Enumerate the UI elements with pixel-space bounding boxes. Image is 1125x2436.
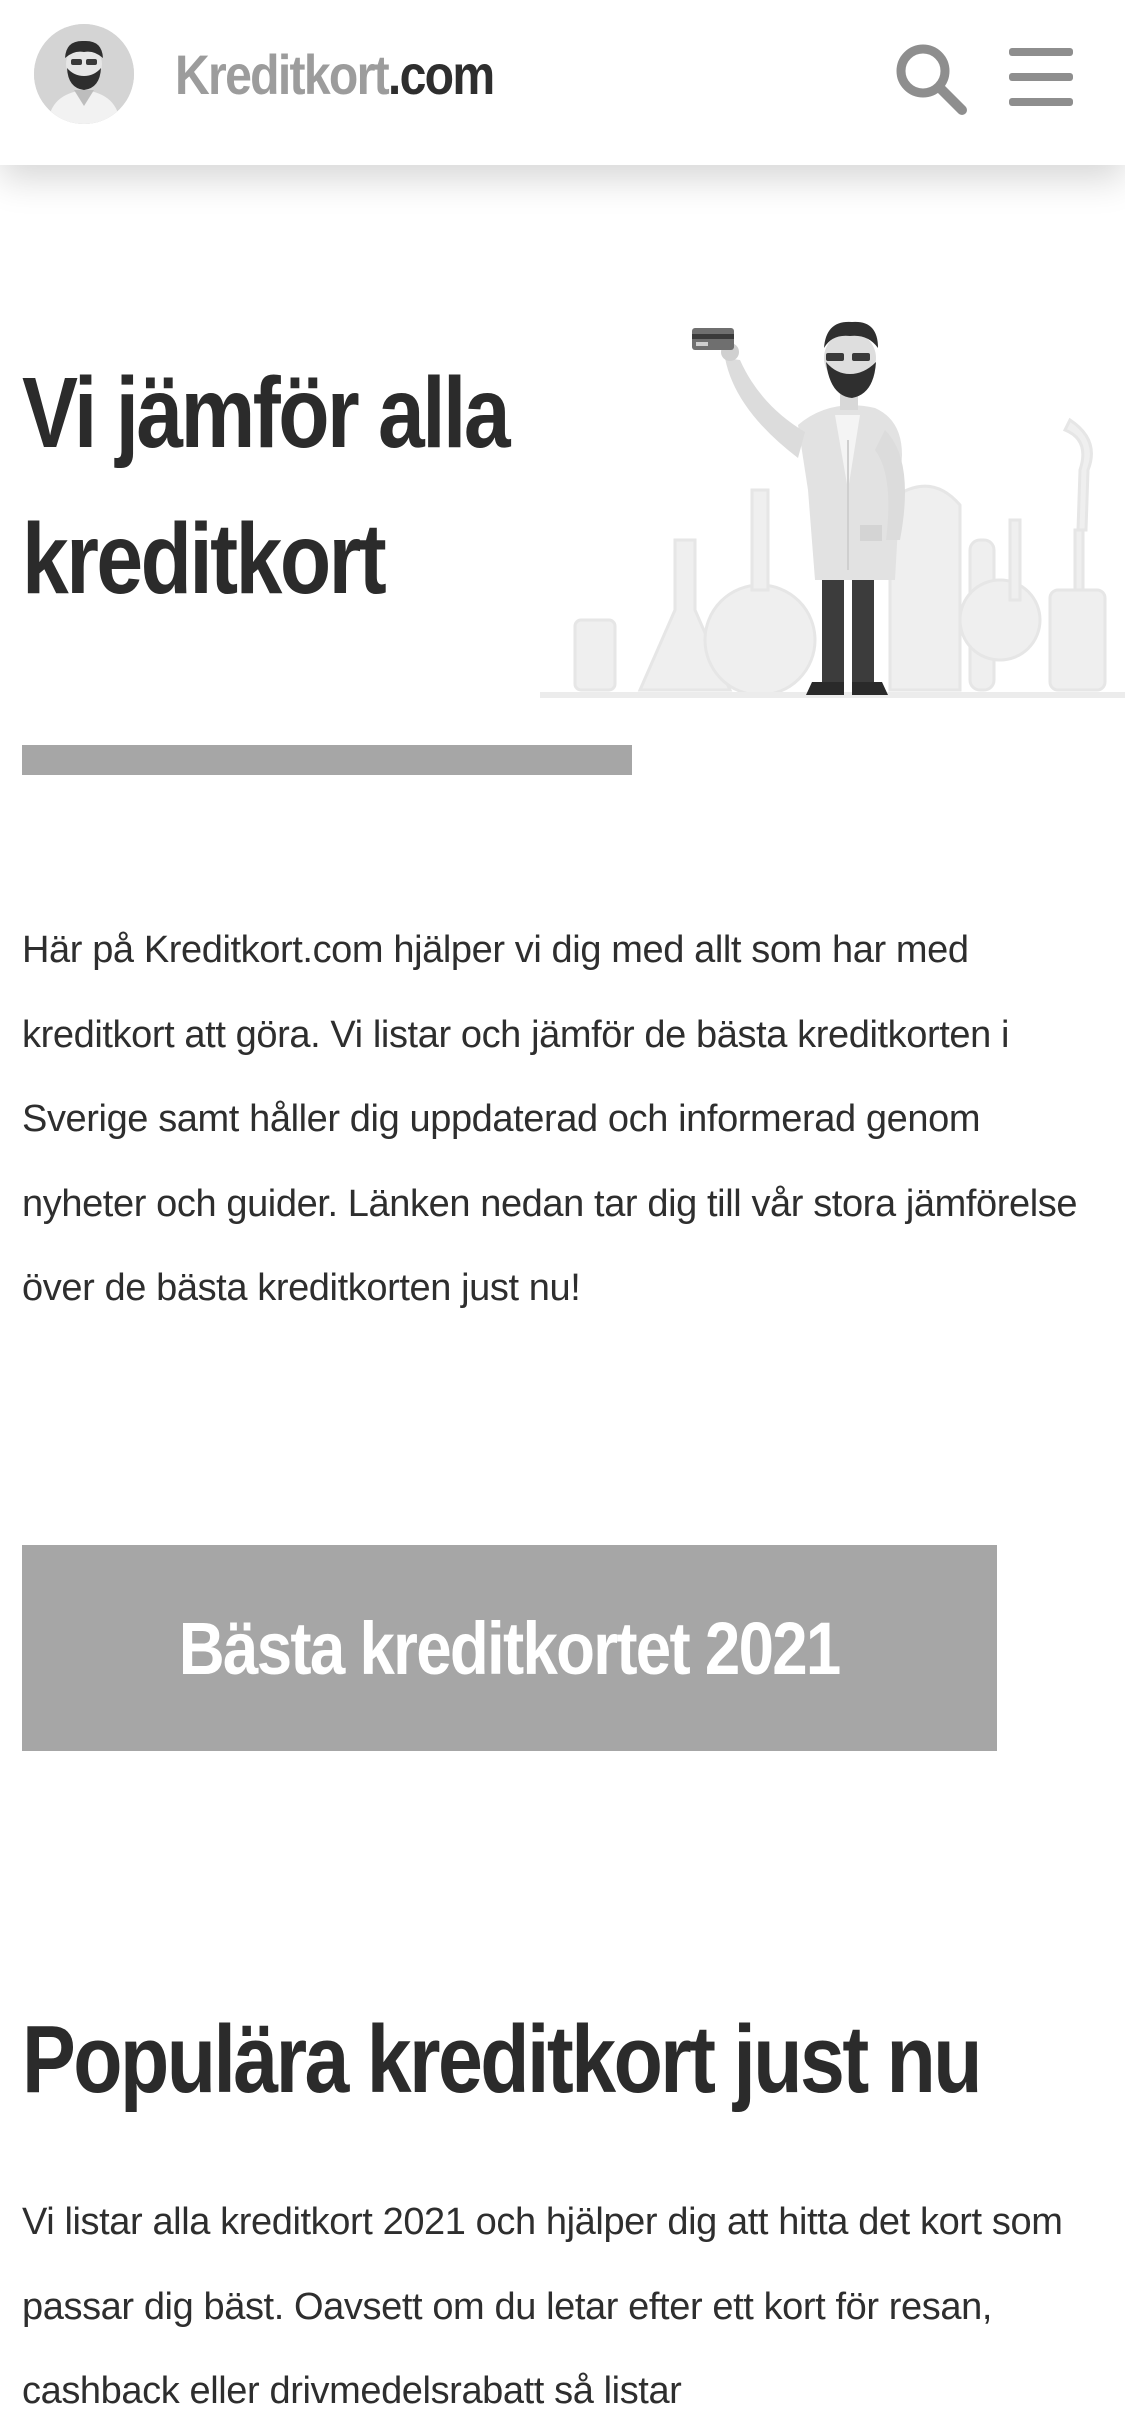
hamburger-menu-icon xyxy=(1009,48,1073,106)
bearded-man-avatar-icon[interactable] xyxy=(34,24,134,124)
logo-tld-text: .com xyxy=(387,43,495,106)
illustration-graphic xyxy=(540,321,1125,698)
search-icon xyxy=(896,44,967,115)
search-button[interactable] xyxy=(890,38,970,118)
hero-divider xyxy=(22,745,632,775)
popular-section-paragraph: Vi listar alla kreditkort 2021 och hjälp… xyxy=(22,2201,1063,2412)
scientist-holding-credit-card-illustration xyxy=(530,290,1125,730)
cta-label: Bästa kreditkortet 2021 xyxy=(179,1606,842,1690)
intro-paragraph: Här på Kreditkort.com hjälper vi dig med… xyxy=(22,929,1078,1309)
avatar-graphic xyxy=(34,24,134,124)
logo-main-text: Kreditkort xyxy=(175,43,390,106)
site-header: Kreditkort.com xyxy=(0,0,1125,165)
menu-button[interactable] xyxy=(1003,42,1079,112)
popular-section-title: Populära kreditkort just nu xyxy=(22,2006,983,2113)
site-logo[interactable]: Kreditkort.com xyxy=(175,42,495,108)
best-credit-card-2021-button[interactable]: Bästa kreditkortet 2021 xyxy=(22,1545,997,1751)
hero-title: Vi jämför alla kreditkort xyxy=(22,357,511,615)
